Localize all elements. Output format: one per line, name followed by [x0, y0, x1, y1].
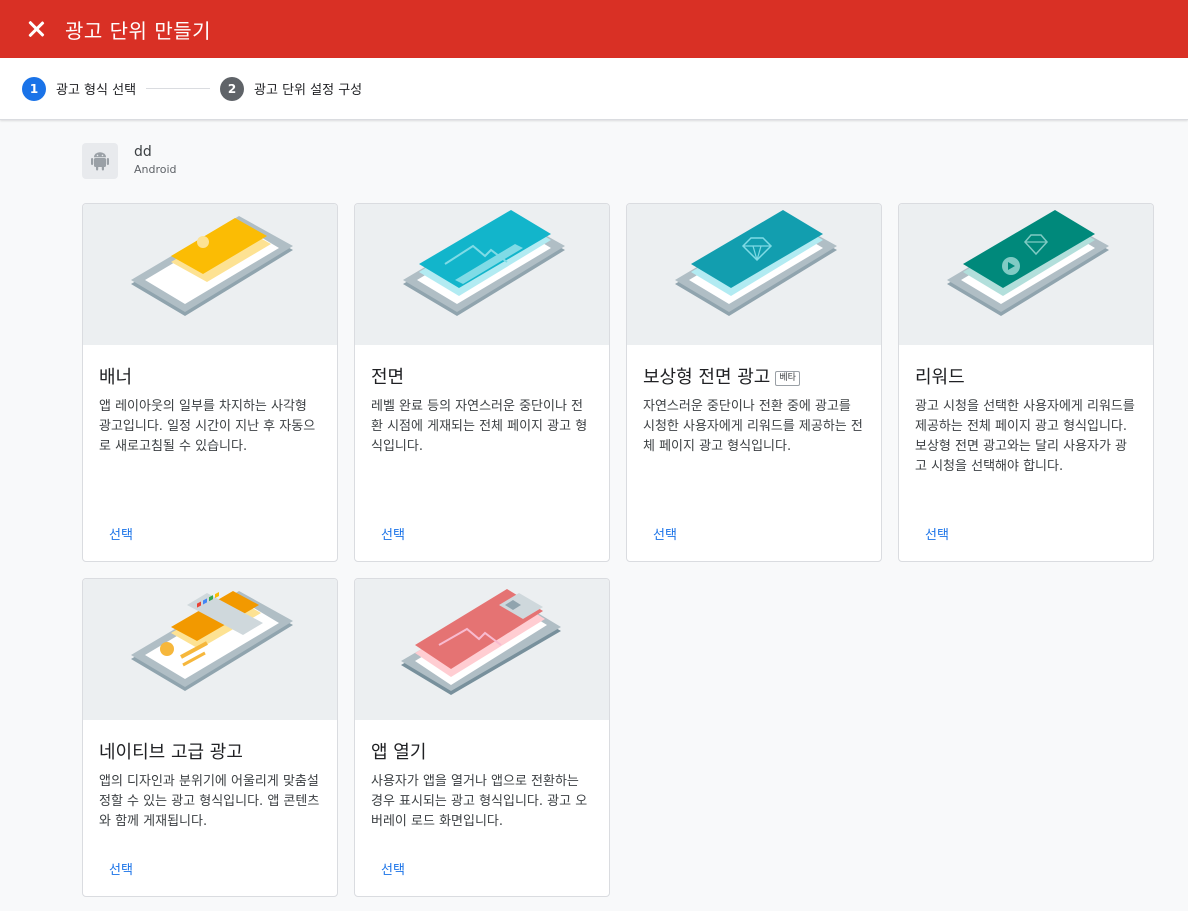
step-2-number: 2 [220, 76, 245, 101]
select-rewarded-interstitial-button[interactable]: 선택 [653, 524, 677, 543]
interstitial-illustration [355, 204, 609, 345]
card-banner[interactable]: 배너 앱 레이아웃의 일부를 차지하는 사각형 광고입니다. 일정 시간이 지난… [82, 203, 338, 562]
select-rewarded-button[interactable]: 선택 [925, 524, 949, 543]
android-icon [82, 143, 118, 179]
step-2-label: 광고 단위 설정 구성 [254, 83, 363, 98]
card-title: 보상형 전면 광고 [643, 367, 771, 388]
card-description: 자연스러운 중단이나 전환 중에 광고를 시청한 사용자에게 리워드를 제공하는… [643, 399, 863, 454]
app-info: dd Android [82, 143, 177, 179]
step-1[interactable]: 1 광고 형식 선택 [22, 76, 137, 101]
card-rewarded-interstitial[interactable]: 보상형 전면 광고 베타 자연스러운 중단이나 전환 중에 광고를 시청한 사용… [626, 203, 882, 562]
native-advanced-illustration [83, 579, 337, 720]
card-title: 배너 [99, 367, 133, 388]
app-name: dd [134, 144, 152, 160]
select-interstitial-button[interactable]: 선택 [381, 524, 405, 543]
top-app-bar: 광고 단위 만들기 [0, 0, 1188, 58]
card-title: 리워드 [915, 367, 965, 388]
beta-badge: 베타 [775, 370, 800, 386]
select-banner-button[interactable]: 선택 [109, 524, 133, 543]
step-connector [146, 88, 211, 89]
card-rewarded[interactable]: 리워드 광고 시청을 선택한 사용자에게 리워드를 제공하는 전체 페이지 광고… [898, 203, 1154, 562]
card-description: 사용자가 앱을 열거나 앱으로 전환하는 경우 표시되는 광고 형식입니다. 광… [371, 774, 588, 829]
card-native-advanced[interactable]: 네이티브 고급 광고 앱의 디자인과 분위기에 어울리게 맞춤설정할 수 있는 … [82, 578, 338, 897]
card-title: 앱 열기 [371, 742, 427, 763]
stepper: 1 광고 형식 선택 2 광고 단위 설정 구성 [0, 58, 1188, 120]
rewarded-interstitial-illustration [627, 204, 881, 345]
select-app-open-button[interactable]: 선택 [381, 859, 405, 878]
app-platform: Android [134, 163, 177, 176]
banner-illustration [83, 204, 337, 345]
page-title: 광고 단위 만들기 [65, 18, 212, 43]
rewarded-illustration [899, 204, 1153, 345]
card-title: 전면 [371, 367, 405, 388]
card-app-open[interactable]: 앱 열기 사용자가 앱을 열거나 앱으로 전환하는 경우 표시되는 광고 형식입… [354, 578, 610, 897]
step-2[interactable]: 2 광고 단위 설정 구성 [220, 76, 363, 101]
card-description: 레벨 완료 등의 자연스러운 중단이나 전환 시점에 게재되는 전체 페이지 광… [371, 399, 588, 454]
card-title: 네이티브 고급 광고 [99, 742, 243, 763]
step-1-label: 광고 형식 선택 [56, 83, 137, 98]
card-description: 앱 레이아웃의 일부를 차지하는 사각형 광고입니다. 일정 시간이 지난 후 … [99, 399, 316, 454]
app-open-illustration [355, 579, 609, 720]
card-description: 앱의 디자인과 분위기에 어울리게 맞춤설정할 수 있는 광고 형식입니다. 앱… [99, 774, 320, 829]
select-native-advanced-button[interactable]: 선택 [109, 859, 133, 878]
close-icon[interactable] [23, 16, 49, 42]
card-description: 광고 시청을 선택한 사용자에게 리워드를 제공하는 전체 페이지 광고 형식입… [915, 399, 1135, 474]
card-interstitial[interactable]: 전면 레벨 완료 등의 자연스러운 중단이나 전환 시점에 게재되는 전체 페이… [354, 203, 610, 562]
step-1-number: 1 [22, 76, 46, 101]
